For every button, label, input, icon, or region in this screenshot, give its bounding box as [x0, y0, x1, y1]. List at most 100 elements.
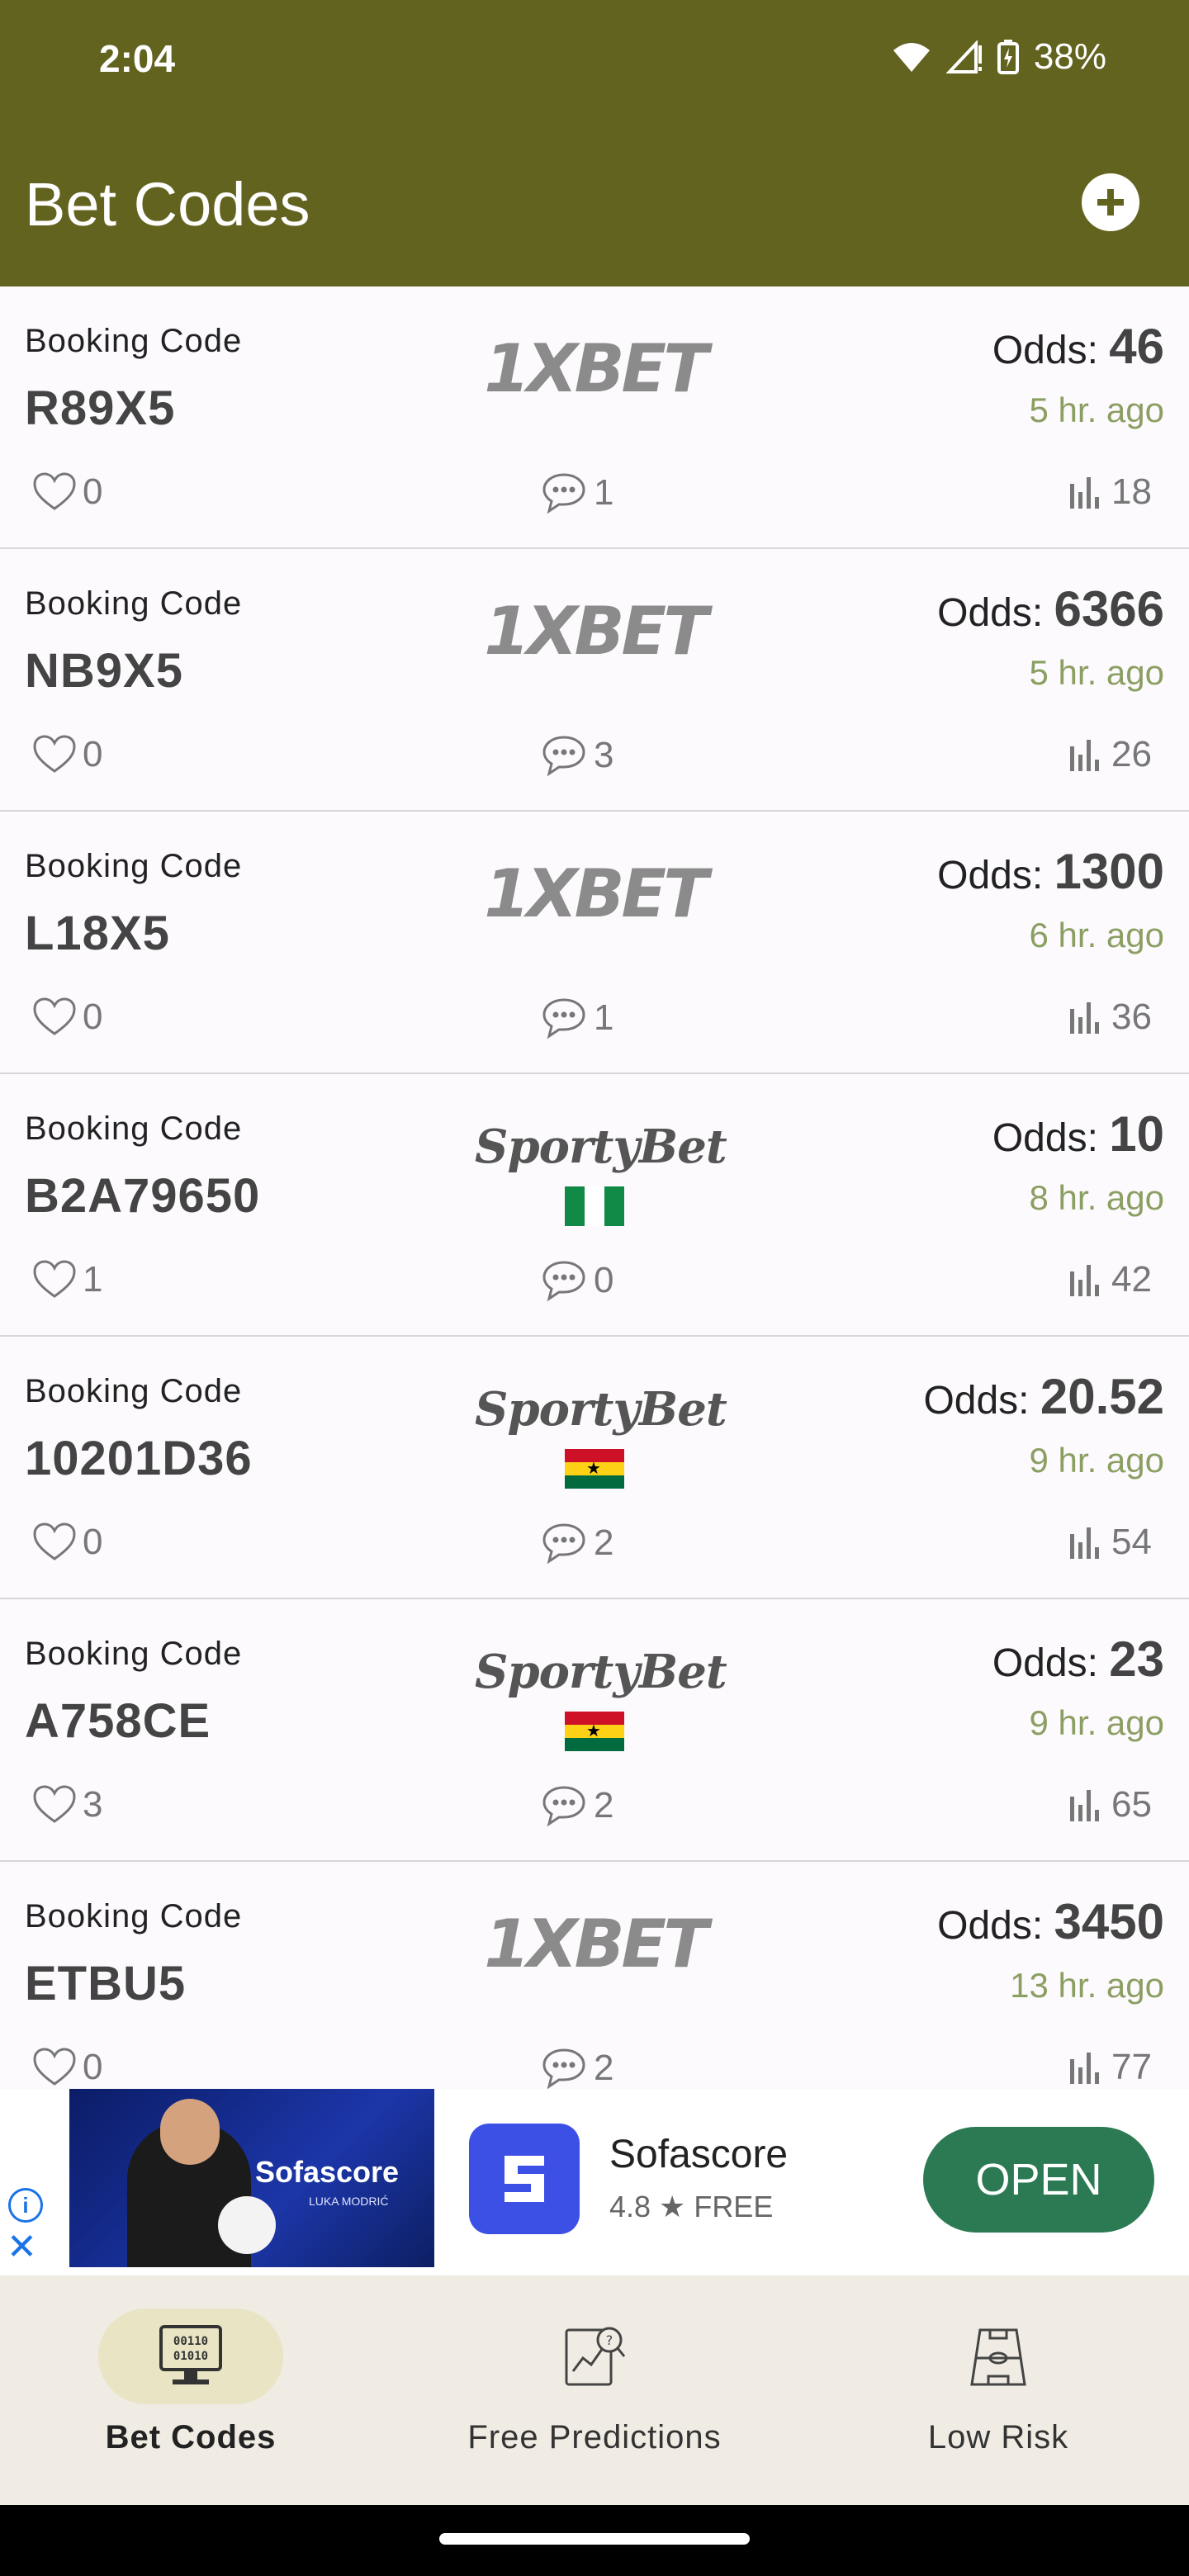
status-time: 2:04 — [99, 37, 176, 80]
comment-button[interactable]: 1 — [541, 471, 613, 514]
odds-label: Odds: — [923, 1379, 1030, 1423]
bar-chart-icon — [1068, 999, 1105, 1035]
like-button[interactable]: 3 — [33, 1784, 102, 1825]
odds-label: Odds: — [992, 1116, 1098, 1160]
like-button[interactable]: 1 — [33, 1259, 102, 1300]
time-ago: 8 hr. ago — [1029, 1178, 1164, 1217]
brand-name: SportyBet — [475, 1120, 727, 1174]
odds-label: Odds: — [937, 591, 1044, 635]
bet-code-card[interactable]: Booking Code B2A79650 SportyBet Odds: 10… — [0, 1074, 1189, 1337]
bookmaker-logo: 1XBET — [475, 336, 714, 402]
booking-code-label: Booking Code — [25, 1898, 243, 1934]
time-ago: 6 hr. ago — [1029, 916, 1164, 954]
comment-button[interactable]: 0 — [541, 1259, 613, 1302]
bet-code-list[interactable]: Booking Code R89X5 1XBET Odds: 46 5 hr. … — [0, 286, 1189, 2089]
comment-icon — [541, 734, 587, 777]
brand-name: SportyBet — [475, 1645, 727, 1699]
bookmaker-logo: 1XBET — [475, 1911, 714, 1977]
bar-chart-icon — [1068, 474, 1105, 510]
brand-name: SportyBet — [475, 1382, 727, 1437]
like-button[interactable]: 0 — [33, 997, 102, 1038]
comment-button[interactable]: 2 — [541, 1784, 613, 1827]
ad-image[interactable]: Sofascore LUKA MODRIĆ — [69, 2089, 434, 2267]
nav-label: Low Risk — [927, 2419, 1069, 2455]
booking-code-label: Booking Code — [25, 1636, 243, 1672]
ad-person-head — [160, 2099, 220, 2165]
odds-label: Odds: — [937, 854, 1044, 897]
ad-info-icon[interactable]: i — [8, 2188, 43, 2223]
odds: Odds: 10 — [992, 1106, 1164, 1163]
signal-icon — [945, 40, 983, 73]
nav-label: Bet Codes — [105, 2419, 277, 2455]
home-indicator[interactable] — [439, 2533, 750, 2545]
sofascore-app-icon[interactable] — [469, 2124, 580, 2234]
add-button[interactable] — [1082, 173, 1139, 231]
bet-code-card[interactable]: Booking Code A758CE SportyBet ★ Odds: 23… — [0, 1599, 1189, 1862]
booking-code: L18X5 — [25, 907, 170, 960]
like-count: 0 — [83, 2047, 103, 2087]
views: 18 — [1068, 471, 1152, 513]
bottom-navigation: 00110 01010 Bet Codes ? Free Predictions … — [0, 2275, 1189, 2505]
views: 54 — [1068, 1522, 1152, 1563]
nav-bet-codes[interactable]: 00110 01010 Bet Codes — [0, 2275, 381, 2505]
bar-chart-icon — [1068, 736, 1105, 773]
views: 26 — [1068, 734, 1152, 775]
odds: Odds: 1300 — [937, 843, 1164, 900]
bookmaker-logo: 1XBET — [475, 599, 714, 665]
booking-code-label: Booking Code — [25, 1110, 243, 1147]
like-count: 3 — [83, 1784, 103, 1825]
analytics-report-icon: ? — [560, 2322, 629, 2391]
like-button[interactable]: 0 — [33, 1522, 102, 1563]
ad-app-name: Sofascore — [609, 2133, 789, 2176]
ad-banner[interactable]: i ✕ Sofascore LUKA MODRIĆ Sofascore 4.8 … — [0, 2089, 1189, 2275]
comment-icon — [541, 1784, 587, 1827]
booking-code: B2A79650 — [25, 1169, 261, 1223]
view-count: 36 — [1111, 997, 1152, 1037]
bet-code-card[interactable]: Booking Code R89X5 1XBET Odds: 46 5 hr. … — [0, 286, 1189, 549]
ad-ball — [218, 2196, 276, 2254]
brand-name: 1XBET — [484, 593, 708, 670]
bar-chart-icon — [1068, 1787, 1105, 1823]
ad-close-icon[interactable]: ✕ — [7, 2229, 37, 2266]
bet-code-card[interactable]: Booking Code 10201D36 SportyBet ★ Odds: … — [0, 1337, 1189, 1599]
like-button[interactable]: 0 — [33, 2047, 102, 2088]
bet-code-card[interactable]: Booking Code ETBU5 1XBET Odds: 3450 13 h… — [0, 1862, 1189, 2089]
odds: Odds: 20.52 — [923, 1368, 1164, 1425]
svg-text:?: ? — [606, 2332, 613, 2348]
bar-chart-icon — [1068, 1524, 1105, 1560]
ad-open-button[interactable]: OPEN — [923, 2127, 1154, 2233]
nav-low-risk[interactable]: Low Risk — [808, 2275, 1189, 2505]
heart-icon — [33, 1785, 76, 1825]
like-count: 0 — [83, 997, 103, 1037]
booking-code: R89X5 — [25, 381, 176, 435]
comment-count: 1 — [594, 997, 614, 1038]
view-count: 77 — [1111, 2047, 1152, 2087]
bet-code-card[interactable]: Booking Code L18X5 1XBET Odds: 1300 6 hr… — [0, 812, 1189, 1074]
nigeria-flag-icon — [565, 1186, 624, 1226]
like-button[interactable]: 0 — [33, 471, 102, 513]
booking-code-label: Booking Code — [25, 323, 243, 359]
comment-button[interactable]: 3 — [541, 734, 613, 777]
svg-text:01010: 01010 — [173, 2350, 208, 2363]
odds-value: 10 — [1109, 1106, 1164, 1162]
comment-button[interactable]: 2 — [541, 2047, 613, 2089]
add-circle-icon — [1094, 186, 1127, 219]
football-pitch-icon — [964, 2322, 1033, 2391]
nav-free-predictions[interactable]: ? Free Predictions — [381, 2275, 808, 2505]
comment-icon — [541, 1259, 587, 1302]
comment-icon — [541, 997, 587, 1039]
like-count: 0 — [83, 734, 103, 774]
nav-icon-wrapper: ? — [502, 2308, 687, 2404]
like-count: 1 — [83, 1259, 103, 1300]
views: 65 — [1068, 1784, 1152, 1825]
bet-code-card[interactable]: Booking Code NB9X5 1XBET Odds: 6366 5 hr… — [0, 549, 1189, 812]
comment-button[interactable]: 2 — [541, 1522, 613, 1565]
heart-icon — [33, 1260, 76, 1300]
like-button[interactable]: 0 — [33, 734, 102, 775]
bookmaker-logo: 1XBET — [475, 861, 714, 927]
gesture-navigation-bar — [0, 2505, 1189, 2576]
comment-button[interactable]: 1 — [541, 997, 613, 1039]
booking-code: ETBU5 — [25, 1957, 187, 2010]
view-count: 26 — [1111, 734, 1152, 774]
comment-icon — [541, 1522, 587, 1565]
